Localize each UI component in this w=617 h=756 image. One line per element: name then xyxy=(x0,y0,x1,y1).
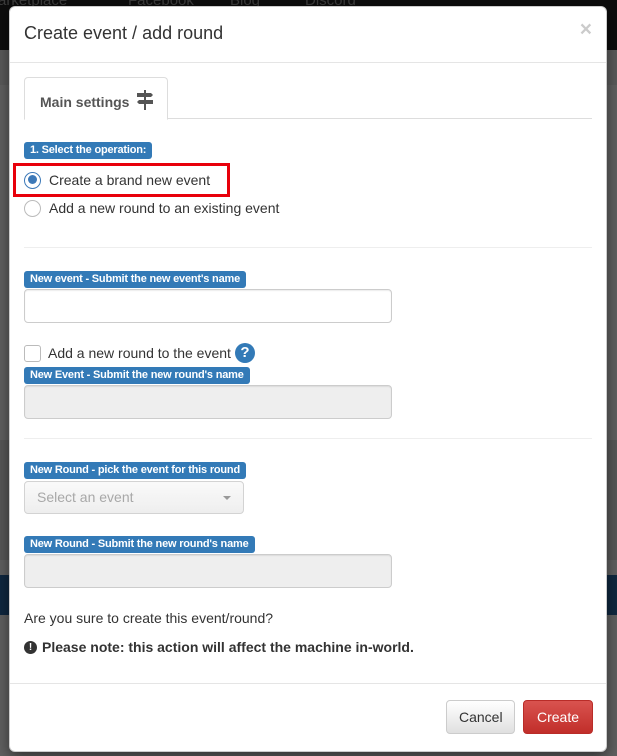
new-round-name-label: New Round - Submit the new round's name xyxy=(24,536,255,553)
tab-label: Main settings xyxy=(40,94,130,110)
close-button[interactable]: × xyxy=(580,19,592,40)
tab-main-settings[interactable]: Main settings xyxy=(24,77,168,120)
new-event-round-name-input[interactable] xyxy=(24,385,392,419)
warning-note-text: Please note: this action will affect the… xyxy=(42,639,414,655)
event-select-dropdown[interactable]: Select an event xyxy=(24,481,244,514)
new-round-event-select-label: New Round - pick the event for this roun… xyxy=(24,462,246,479)
divider xyxy=(24,247,592,248)
modal-header: Create event / add round × xyxy=(10,7,606,63)
cancel-button[interactable]: Cancel xyxy=(446,700,515,734)
modal-footer: Cancel Create xyxy=(10,683,606,751)
select-placeholder: Select an event xyxy=(37,489,134,505)
add-round-checkbox[interactable] xyxy=(24,344,41,362)
radio-label: Add a new round to an existing event xyxy=(49,200,280,216)
add-round-checkbox-row[interactable]: Add a new round to the event ? xyxy=(24,343,255,363)
signpost-icon xyxy=(136,90,154,113)
confirm-text: Are you sure to create this event/round? xyxy=(24,610,274,626)
warning-note: ! Please note: this action will affect t… xyxy=(24,639,414,655)
radio-add-round-existing[interactable]: Add a new round to an existing event xyxy=(24,198,279,218)
operation-label: 1. Select the operation: xyxy=(24,142,153,159)
help-icon[interactable]: ? xyxy=(234,343,255,363)
new-round-name-input[interactable] xyxy=(24,554,392,588)
highlight-annotation xyxy=(13,163,230,197)
radio-button[interactable] xyxy=(24,199,41,217)
tab-bar: Main settings xyxy=(24,77,592,120)
divider xyxy=(24,438,592,439)
add-round-label: Add a new round to the event xyxy=(48,345,231,361)
new-event-name-label: New event - Submit the new event's name xyxy=(24,271,246,288)
new-event-name-input[interactable] xyxy=(24,289,392,323)
caret-down-icon xyxy=(223,496,231,500)
new-event-round-name-label: New Event - Submit the new round's name xyxy=(24,367,250,384)
exclamation-circle-icon: ! xyxy=(24,640,37,654)
create-button[interactable]: Create xyxy=(523,700,593,734)
modal-title: Create event / add round xyxy=(24,23,224,43)
create-event-modal: Create event / add round × Main settings… xyxy=(9,6,607,752)
